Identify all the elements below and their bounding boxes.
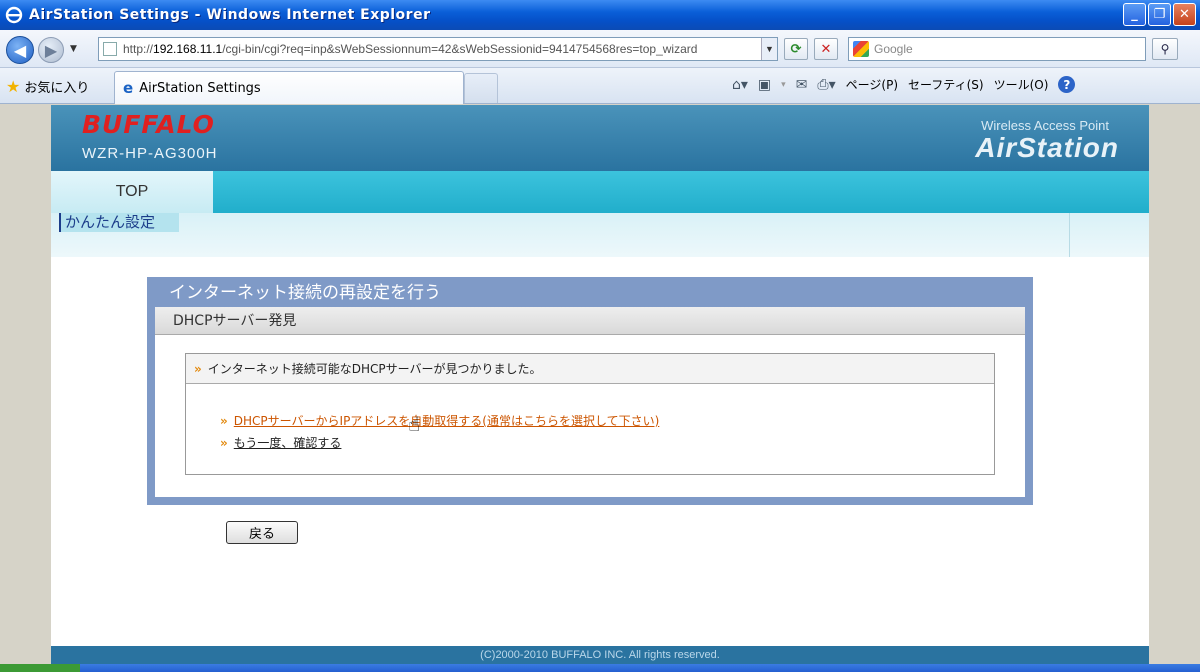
sub-menu: かんたん設定 xyxy=(51,213,1149,257)
tab-title: AirStation Settings xyxy=(139,80,261,96)
recheck-option: » もう一度、確認する xyxy=(220,434,341,451)
window-title-bar: AirStation Settings - Windows Internet E… xyxy=(0,0,1200,30)
address-bar[interactable]: http://192.168.11.1/cgi-bin/cgi?req=inp&… xyxy=(98,37,778,61)
help-icon[interactable]: ? xyxy=(1058,76,1076,93)
taskbar xyxy=(0,664,1200,672)
close-button[interactable]: ✕ xyxy=(1173,3,1196,26)
double-arrow-icon: » xyxy=(220,413,228,428)
buffalo-logo: BUFFALO xyxy=(82,110,215,139)
sub-menu-divider xyxy=(1069,213,1070,257)
address-dropdown-icon[interactable]: ▼ xyxy=(761,38,777,60)
tab-bar: ★ お気に入り e AirStation Settings ⌂▾ ▣ ▾ ✉ ⎙… xyxy=(0,68,1200,104)
google-icon xyxy=(853,41,869,57)
main-menu: TOP xyxy=(51,171,1149,213)
forward-arrow-icon[interactable]: ▶ xyxy=(38,37,64,63)
page-header: BUFFALO WZR-HP-AG300H Wireless Access Po… xyxy=(51,105,1149,171)
minimize-button[interactable]: _ xyxy=(1123,3,1146,26)
refresh-icon[interactable]: ⟳ xyxy=(784,38,808,60)
copyright-footer: (C)2000-2010 BUFFALO INC. All rights res… xyxy=(51,646,1149,665)
double-arrow-icon: » xyxy=(220,435,228,450)
page-viewport: BUFFALO WZR-HP-AG300H Wireless Access Po… xyxy=(0,105,1200,672)
window-controls: _ ❐ ✕ xyxy=(1123,3,1196,26)
favorites-label: お気に入り xyxy=(24,81,90,96)
ie-logo-icon xyxy=(5,6,23,24)
tab-airstation-settings[interactable]: e AirStation Settings xyxy=(114,71,464,104)
favorites-button[interactable]: ★ お気に入り xyxy=(6,77,89,96)
feeds-icon[interactable]: ▣ xyxy=(758,77,771,93)
recheck-link[interactable]: もう一度、確認する xyxy=(234,434,342,451)
router-settings-page: BUFFALO WZR-HP-AG300H Wireless Access Po… xyxy=(51,105,1149,665)
section-heading: DHCPサーバー発見 xyxy=(155,307,1025,335)
back-button[interactable]: 戻る xyxy=(226,521,298,544)
tools-menu[interactable]: ツール(O) xyxy=(994,76,1049,93)
panel-body: DHCPサーバー発見 » インターネット接続可能なDHCPサーバーが見つかりまし… xyxy=(155,307,1025,497)
print-icon[interactable]: ⎙▾ xyxy=(817,77,835,93)
search-icon[interactable]: ⚲ xyxy=(1152,38,1178,60)
home-icon[interactable]: ⌂▾ xyxy=(732,77,748,93)
auto-ip-option: » DHCPサーバーからIPアドレスを自動取得する(通常はこちらを選択して下さい… xyxy=(220,412,659,429)
hand-cursor-icon: ☝ xyxy=(408,412,421,436)
star-icon: ★ xyxy=(6,77,21,96)
model-name: WZR-HP-AG300H xyxy=(82,145,218,162)
window-title: AirStation Settings - Windows Internet E… xyxy=(29,7,431,23)
airstation-logo: AirStation xyxy=(975,132,1119,163)
sub-menu-easy-setup[interactable]: かんたん設定 xyxy=(59,213,179,232)
stop-icon[interactable]: ✕ xyxy=(814,38,838,60)
tab-top[interactable]: TOP xyxy=(51,171,213,213)
search-placeholder: Google xyxy=(874,42,913,56)
product-subtitle: Wireless Access Point xyxy=(981,118,1109,133)
maximize-button[interactable]: ❐ xyxy=(1148,3,1171,26)
result-message: インターネット接続可能なDHCPサーバーが見つかりました。 xyxy=(207,361,542,376)
reconfigure-panel: インターネット接続の再設定を行う DHCPサーバー発見 » インターネット接続可… xyxy=(147,277,1033,505)
page-menu[interactable]: ページ(P) xyxy=(846,76,898,93)
double-arrow-icon: » xyxy=(194,361,202,376)
ie-tab-icon: e xyxy=(123,79,134,97)
navigation-bar: ◀ ▶ ▼ http://192.168.11.1/cgi-bin/cgi?re… xyxy=(0,30,1200,68)
address-prefix: http:// xyxy=(123,42,154,56)
back-arrow-icon[interactable]: ◀ xyxy=(6,36,34,64)
address-path: /cgi-bin/cgi?req=inp&sWebSessionnum=42&s… xyxy=(222,42,698,56)
new-tab-button[interactable] xyxy=(464,73,498,103)
feeds-dropdown-icon[interactable]: ▾ xyxy=(781,80,786,90)
panel-title: インターネット接続の再設定を行う xyxy=(169,283,441,303)
result-message-row: » インターネット接続可能なDHCPサーバーが見つかりました。 xyxy=(186,354,994,384)
start-button[interactable] xyxy=(0,664,80,672)
result-box: » インターネット接続可能なDHCPサーバーが見つかりました。 » DHCPサー… xyxy=(185,353,995,475)
mail-icon[interactable]: ✉ xyxy=(796,77,808,93)
page-icon xyxy=(103,42,117,56)
history-dropdown-icon[interactable]: ▼ xyxy=(70,44,77,54)
search-input[interactable]: Google xyxy=(848,37,1146,61)
command-bar: ⌂▾ ▣ ▾ ✉ ⎙▾ ページ(P) セーフティ(S) ツール(O) ? xyxy=(732,76,1076,93)
address-host: 192.168.11.1 xyxy=(153,42,223,56)
safety-menu[interactable]: セーフティ(S) xyxy=(908,76,984,93)
auto-ip-link[interactable]: DHCPサーバーからIPアドレスを自動取得する(通常はこちらを選択して下さい) xyxy=(234,412,660,429)
